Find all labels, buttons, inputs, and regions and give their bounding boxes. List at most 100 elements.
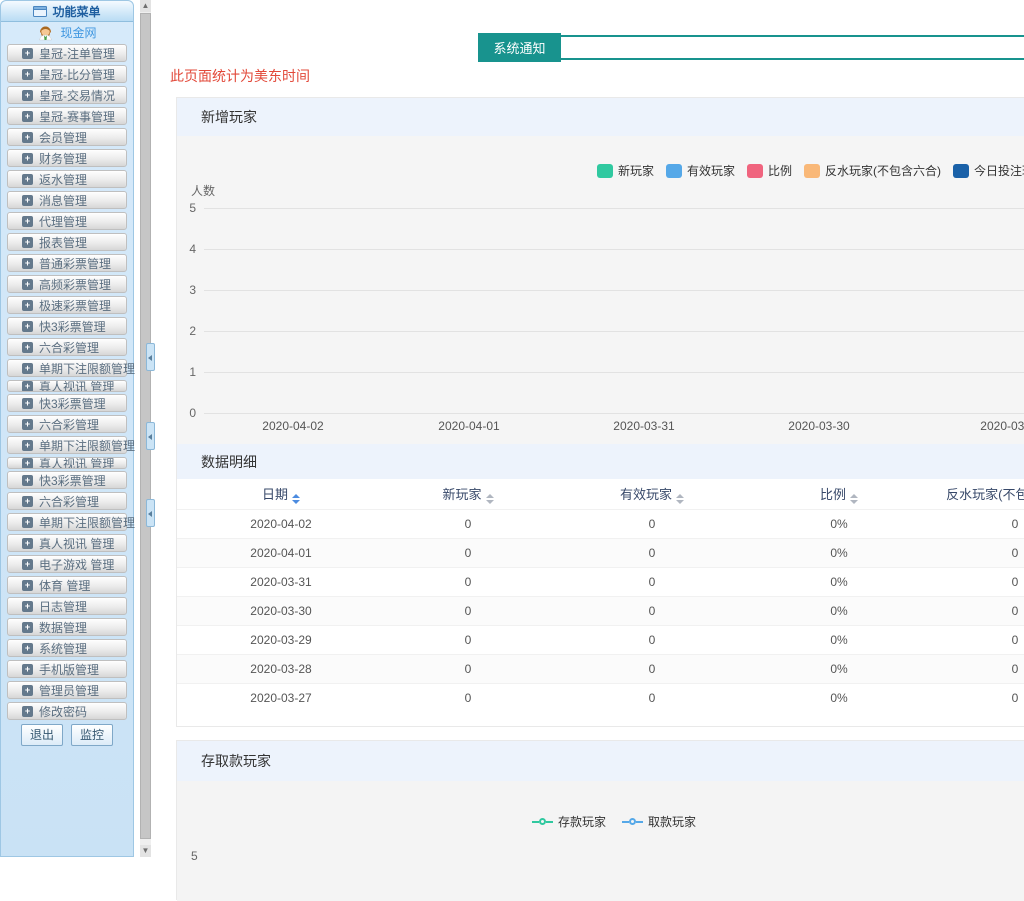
sidebar-menu-item[interactable]: +极速彩票管理 xyxy=(7,296,127,314)
table-cell: 0 xyxy=(551,662,753,676)
sidebar-menu-item[interactable]: +快3彩票管理 xyxy=(7,471,127,489)
expand-plus-icon: + xyxy=(22,111,33,122)
gridline xyxy=(204,249,1024,250)
menu-item-label: 高频彩票管理 xyxy=(39,276,111,293)
expand-plus-icon: + xyxy=(22,664,33,675)
x-axis-tick: 2020-03-29 xyxy=(980,419,1024,433)
scroll-down-arrow-icon[interactable]: ▼ xyxy=(140,845,151,857)
sidebar-menu-item[interactable]: +手机版管理 xyxy=(7,660,127,678)
sort-arrows-icon[interactable] xyxy=(676,494,684,504)
sidebar-menu-item[interactable]: +财务管理 xyxy=(7,149,127,167)
column-header[interactable]: 日期 xyxy=(177,484,385,504)
column-header[interactable]: 有效玩家 xyxy=(551,484,753,504)
expand-plus-icon: + xyxy=(22,458,33,469)
table-cell: 0% xyxy=(753,546,925,560)
y-axis-label: 人数 xyxy=(191,182,215,199)
sidebar-menu-item[interactable]: +真人视讯 管理 xyxy=(7,457,127,469)
sidebar-menu-item[interactable]: +单期下注限额管理 xyxy=(7,513,127,531)
sidebar-menu-item[interactable]: +真人视讯 管理 xyxy=(7,534,127,552)
legend-item[interactable]: 新玩家 xyxy=(597,162,654,179)
gridline xyxy=(204,413,1024,414)
menu-item-label: 系统管理 xyxy=(39,640,87,657)
main-content: 系统通知 此页面统计为美东时间 新增玩家 新玩家有效玩家比例反水玩家(不包含六合… xyxy=(163,0,1024,857)
scroll-up-arrow-icon[interactable]: ▲ xyxy=(140,0,151,12)
column-header[interactable]: 比例 xyxy=(753,484,925,504)
sort-arrows-icon[interactable] xyxy=(486,494,494,504)
sidebar-menu-item[interactable]: +真人视讯 管理 xyxy=(7,380,127,392)
legend-item[interactable]: 存款玩家 xyxy=(532,813,606,830)
y-axis-tick: 3 xyxy=(177,283,196,297)
monitor-button[interactable]: 监控 xyxy=(71,724,113,746)
avatar xyxy=(37,24,54,41)
sidebar-menu-item[interactable]: +快3彩票管理 xyxy=(7,394,127,412)
expand-plus-icon: + xyxy=(22,440,33,451)
sidebar-menu-item[interactable]: +消息管理 xyxy=(7,191,127,209)
expand-plus-icon: + xyxy=(22,419,33,430)
menu-item-label: 电子游戏 管理 xyxy=(39,556,114,573)
sidebar-menu-item[interactable]: +六合彩管理 xyxy=(7,338,127,356)
menu-item-label: 单期下注限额管理 xyxy=(39,360,135,377)
sidebar-collapse-handle[interactable] xyxy=(146,499,155,527)
sidebar-menu: +皇冠-注单管理+皇冠-比分管理+皇冠-交易情况+皇冠-赛事管理+会员管理+财务… xyxy=(1,43,133,720)
menu-item-label: 快3彩票管理 xyxy=(39,472,106,489)
sidebar-menu-item[interactable]: +皇冠-赛事管理 xyxy=(7,107,127,125)
menu-item-label: 六合彩管理 xyxy=(39,339,99,356)
sidebar-menu-item[interactable]: +会员管理 xyxy=(7,128,127,146)
table-cell: 2020-03-31 xyxy=(177,575,385,589)
sidebar-menu-item[interactable]: +皇冠-交易情况 xyxy=(7,86,127,104)
menu-item-label: 体育 管理 xyxy=(39,577,90,594)
expand-plus-icon: + xyxy=(22,90,33,101)
sidebar-menu-item[interactable]: +单期下注限额管理 xyxy=(7,436,127,454)
sidebar-menu-item[interactable]: +电子游戏 管理 xyxy=(7,555,127,573)
expand-plus-icon: + xyxy=(22,398,33,409)
sidebar-menu-item[interactable]: +普通彩票管理 xyxy=(7,254,127,272)
sidebar-collapse-handle[interactable] xyxy=(146,343,155,371)
sidebar-menu-item[interactable]: +皇冠-注单管理 xyxy=(7,44,127,62)
menu-item-label: 消息管理 xyxy=(39,192,87,209)
expand-plus-icon: + xyxy=(22,300,33,311)
menu-item-label: 代理管理 xyxy=(39,213,87,230)
legend-item[interactable]: 反水玩家(不包含六合) xyxy=(804,162,941,179)
sidebar-menu-item[interactable]: +日志管理 xyxy=(7,597,127,615)
sidebar-menu-item[interactable]: +体育 管理 xyxy=(7,576,127,594)
sidebar-menu-item[interactable]: +管理员管理 xyxy=(7,681,127,699)
table-cell: 0% xyxy=(753,633,925,647)
sort-arrows-icon[interactable] xyxy=(850,494,858,504)
column-header-label: 有效玩家 xyxy=(620,487,672,502)
legend-item[interactable]: 取款玩家 xyxy=(622,813,696,830)
logout-button[interactable]: 退出 xyxy=(21,724,63,746)
sidebar-menu-item[interactable]: +高频彩票管理 xyxy=(7,275,127,293)
column-header-label: 反水玩家(不包含六合) xyxy=(946,487,1024,502)
sidebar-menu-item[interactable]: +快3彩票管理 xyxy=(7,317,127,335)
gridline xyxy=(204,372,1024,373)
sidebar-menu-item[interactable]: +系统管理 xyxy=(7,639,127,657)
sidebar-menu-item[interactable]: +单期下注限额管理 xyxy=(7,359,127,377)
sidebar-collapse-handle[interactable] xyxy=(146,422,155,450)
y-axis-tick: 5 xyxy=(191,849,198,863)
sidebar-menu-item[interactable]: + 代理管理 xyxy=(7,212,127,230)
gridline xyxy=(204,290,1024,291)
menu-item-label: 数据管理 xyxy=(39,619,87,636)
legend-item[interactable]: 今日投注玩家 xyxy=(953,162,1024,179)
legend-item[interactable]: 有效玩家 xyxy=(666,162,735,179)
menu-item-label: 六合彩管理 xyxy=(39,416,99,433)
expand-plus-icon: + xyxy=(22,321,33,332)
legend-item[interactable]: 比例 xyxy=(747,162,792,179)
sidebar-menu-item[interactable]: +修改密码 xyxy=(7,702,127,720)
legend-label: 反水玩家(不包含六合) xyxy=(825,162,941,179)
sort-arrows-icon[interactable] xyxy=(292,494,300,504)
column-header[interactable]: 新玩家 xyxy=(385,484,551,504)
legend-label: 取款玩家 xyxy=(648,813,696,830)
expand-plus-icon: + xyxy=(22,216,33,227)
table-cell: 0 xyxy=(925,691,1024,705)
sidebar-menu-item[interactable]: +返水管理 xyxy=(7,170,127,188)
sidebar-menu-item[interactable]: +数据管理 xyxy=(7,618,127,636)
menu-item-label: 皇冠-注单管理 xyxy=(39,45,115,62)
sidebar-menu-item[interactable]: + 六合彩管理 xyxy=(7,415,127,433)
sidebar-menu-item[interactable]: +报表管理 xyxy=(7,233,127,251)
sidebar-menu-item[interactable]: +六合彩管理 xyxy=(7,492,127,510)
column-header[interactable]: 反水玩家(不包含六合) xyxy=(925,484,1024,504)
menu-item-label: 报表管理 xyxy=(39,234,87,251)
table-row: 2020-04-01000%0 xyxy=(177,538,1024,567)
sidebar-menu-item[interactable]: +皇冠-比分管理 xyxy=(7,65,127,83)
